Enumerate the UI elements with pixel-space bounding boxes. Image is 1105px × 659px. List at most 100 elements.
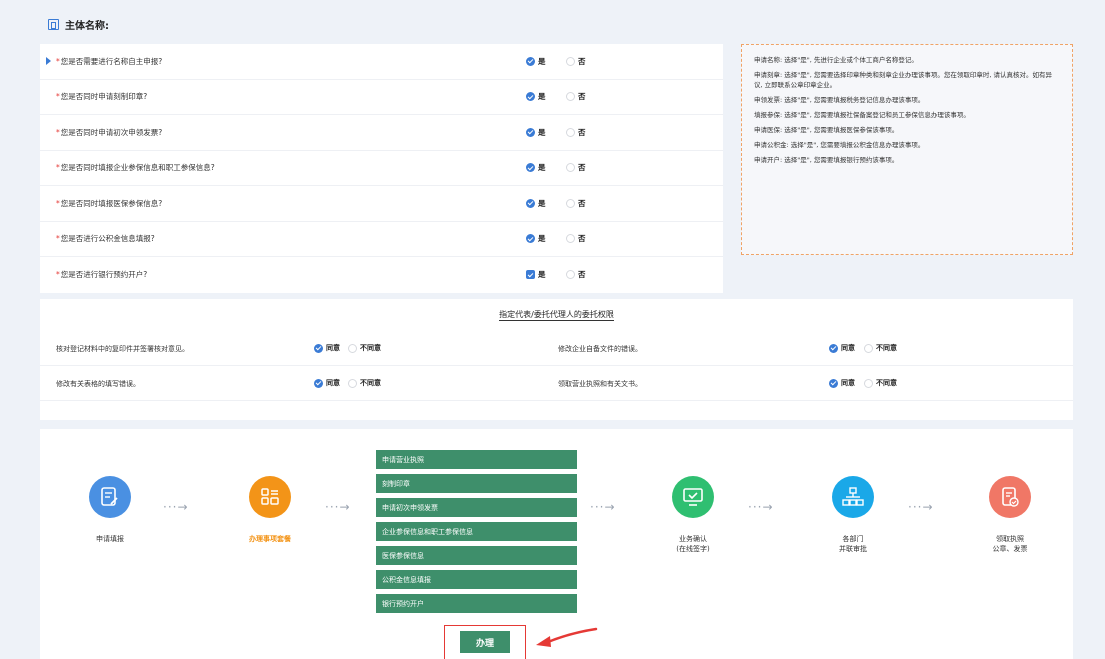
note-text: 申请名称: 选择"是", 先进行企业或个体工商户名称登记。 (754, 56, 918, 64)
flow-arrow-icon: ···→ (748, 500, 774, 514)
building-icon (48, 18, 59, 30)
question-label: *您是否同时填报医保参保信息? (56, 198, 163, 208)
note-text: 申请刻章: 选择"是", 您需要选择印章种类和刻章企业办理该事项。您在领取印章时… (754, 71, 1053, 89)
yes-radio[interactable]: 是 (526, 198, 546, 209)
service-item[interactable]: 企业参保信息和职工参保信息 (376, 522, 577, 541)
step-label: 业务确认 (在线签字) (676, 535, 710, 553)
delegation-panel: 指定代表/委托代理人的委托权限 核对登记材料中的复印件并签署核对意见。 同意 不… (40, 299, 1073, 420)
permission-label: 修改有关表格的填写错误。 (56, 380, 140, 388)
yes-radio[interactable]: 是 (526, 162, 546, 173)
radio-unchecked-icon (566, 163, 575, 173)
radio-checked-icon (526, 234, 535, 244)
radio-unchecked-icon (566, 56, 575, 66)
radio-checked-icon (526, 198, 535, 208)
agree-radio[interactable]: 同意 (314, 378, 340, 388)
service-item[interactable]: 医保参保信息 (376, 546, 577, 565)
no-radio[interactable]: 否 (566, 198, 586, 209)
flow-arrow-icon: ···→ (908, 500, 934, 514)
delegation-title: 指定代表/委托代理人的委托权限 (499, 310, 614, 321)
yes-radio[interactable]: 是 (526, 269, 546, 280)
service-item[interactable]: 刻制印章 (376, 474, 577, 493)
radio-checked-icon (314, 378, 323, 388)
form-edit-icon (89, 476, 131, 518)
no-radio[interactable]: 否 (566, 56, 586, 67)
monitor-check-icon (672, 476, 714, 518)
question-row: *您是否同时填报企业参保信息和职工参保信息? 是 否 (40, 151, 723, 186)
delegation-row: 修改有关表格的填写错误。 同意 不同意 领取营业执照和有关文书。 同意 不同意 (40, 365, 1073, 401)
flow-arrow-icon: ···→ (590, 500, 616, 514)
radio-unchecked-icon (348, 343, 357, 353)
agree-radio[interactable]: 同意 (829, 378, 855, 388)
note-text: 申领发票: 选择"是", 您需要填报税务登记信息办理该事项。 (754, 96, 925, 104)
note-text: 填报参保: 选择"是", 您需要填报社保备案登记和员工参保信息办理该事项。 (754, 111, 970, 119)
permission-label: 核对登记材料中的复印件并签署核对意见。 (56, 345, 189, 353)
flow-arrow-icon: ···→ (325, 500, 351, 514)
no-radio[interactable]: 否 (566, 269, 586, 280)
permission-label: 修改企业自备文件的错误。 (558, 345, 642, 353)
question-row: *您是否进行公积金信息填报? 是 否 (40, 222, 723, 257)
service-items-list: 申请营业执照 刻制印章 申请初次申领发票 企业参保信息和职工参保信息 医保参保信… (376, 450, 577, 618)
process-button-highlight: 办理 (444, 625, 526, 659)
disagree-radio[interactable]: 不同意 (348, 343, 381, 353)
disagree-radio[interactable]: 不同意 (864, 378, 897, 388)
yes-radio[interactable]: 是 (526, 91, 546, 102)
question-row: *您是否同时申请初次申领发票? 是 否 (40, 115, 723, 151)
question-label: *您是否进行公积金信息填报? (56, 234, 155, 244)
question-label: *您是否同时申请初次申领发票? (56, 127, 163, 137)
questions-panel: *您是否需要进行名称自主申报? 是 否 *您是否同时申请刻制印章? 是 否 *您… (40, 44, 723, 293)
question-label: *您是否进行银行预约开户? (56, 270, 148, 280)
process-flow: 申请填报 ···→ 办理事项套餐 ···→ 申请营业执照 刻制印章 申请初次申领… (40, 429, 1073, 659)
package-icon (249, 476, 291, 518)
yes-radio[interactable]: 是 (526, 127, 546, 138)
question-row: *您是否进行银行预约开户? 是 否 (40, 257, 723, 293)
step-collect: 领取执照 公章、发票 (970, 476, 1050, 554)
pointer-arrow-icon (536, 627, 598, 647)
radio-checked-icon (526, 56, 535, 66)
permission-label: 领取营业执照和有关文书。 (558, 380, 642, 388)
note-text: 申请公积金: 选择"是", 您需要填报公积金信息办理该事项。 (754, 141, 925, 149)
question-row: *您是否需要进行名称自主申报? 是 否 (40, 44, 723, 80)
radio-checked-icon (829, 378, 838, 388)
question-label: *您是否需要进行名称自主申报? (56, 56, 163, 66)
no-radio[interactable]: 否 (566, 162, 586, 173)
yes-radio[interactable]: 是 (526, 233, 546, 244)
step-label: 申请填报 (96, 535, 124, 543)
service-item[interactable]: 公积金信息填报 (376, 570, 577, 589)
org-chart-icon (832, 476, 874, 518)
step-label: 领取执照 公章、发票 (992, 535, 1028, 553)
radio-unchecked-icon (566, 234, 575, 244)
radio-checked-icon (314, 343, 323, 353)
document-check-icon (989, 476, 1031, 518)
agree-radio[interactable]: 同意 (829, 343, 855, 353)
question-row: *您是否同时填报医保参保信息? 是 否 (40, 186, 723, 222)
step-approval: 各部门 并联审批 (813, 476, 893, 554)
yes-radio[interactable]: 是 (526, 56, 546, 67)
question-row: *您是否同时申请刻制印章? 是 否 (40, 80, 723, 115)
note-text: 申请开户: 选择"是", 您需要填报银行预约该事项。 (754, 156, 899, 164)
no-radio[interactable]: 否 (566, 233, 586, 244)
subject-header: 主体名称: (48, 12, 109, 36)
no-radio[interactable]: 否 (566, 91, 586, 102)
disagree-radio[interactable]: 不同意 (348, 378, 381, 388)
radio-checked-icon (526, 127, 535, 137)
agree-radio[interactable]: 同意 (314, 343, 340, 353)
caret-right-icon (46, 57, 51, 66)
radio-checked-icon (526, 92, 535, 102)
question-label: *您是否同时填报企业参保信息和职工参保信息? (56, 163, 215, 173)
step-label: 办理事项套餐 (249, 535, 291, 543)
service-item[interactable]: 银行预约开户 (376, 594, 577, 613)
step-confirm: 业务确认 (在线签字) (653, 476, 733, 554)
service-item[interactable]: 申请初次申领发票 (376, 498, 577, 517)
radio-unchecked-icon (566, 198, 575, 208)
step-package: 办理事项套餐 (230, 476, 310, 544)
radio-unchecked-icon (864, 343, 873, 353)
no-radio[interactable]: 否 (566, 127, 586, 138)
step-apply: 申请填报 (70, 476, 150, 544)
process-button[interactable]: 办理 (460, 631, 510, 653)
service-item[interactable]: 申请营业执照 (376, 450, 577, 469)
radio-unchecked-icon (864, 378, 873, 388)
delegation-row: 核对登记材料中的复印件并签署核对意见。 同意 不同意 修改企业自备文件的错误。 … (40, 330, 1073, 366)
radio-checked-icon (829, 343, 838, 353)
disagree-radio[interactable]: 不同意 (864, 343, 897, 353)
flow-arrow-icon: ···→ (163, 500, 189, 514)
